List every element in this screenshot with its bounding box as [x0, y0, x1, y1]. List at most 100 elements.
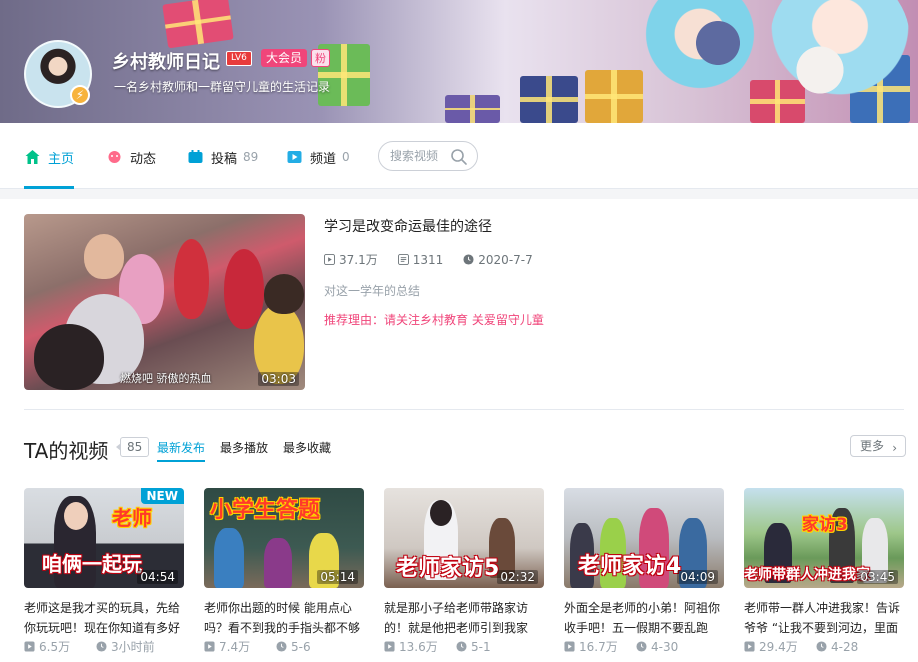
- featured-date: 2020-7-7: [463, 251, 533, 268]
- tab-home-label: 主页: [48, 151, 75, 167]
- video-title[interactable]: 老师带一群人冲进我家！告诉爷爷 “让我不要到河边，里面: [744, 598, 904, 638]
- search-input[interactable]: [390, 149, 454, 163]
- video-thumbnail[interactable]: 家访3 老师带群人冲进我家 03:45: [744, 488, 904, 588]
- search-box[interactable]: [378, 141, 478, 171]
- tab-home[interactable]: 主页: [24, 147, 74, 167]
- video-thumbnail[interactable]: 老师家访5 02:32: [384, 488, 544, 588]
- video-card[interactable]: 老师家访5 02:32 就是那小子给老师带路家访的！就是他把老师引到我家 13.…: [384, 488, 544, 655]
- clock-icon: [456, 641, 467, 652]
- video-title[interactable]: 外面全是老师的小弟！阿祖你收手吧！五一假期不要乱跑: [564, 598, 724, 638]
- clock-icon: [276, 641, 287, 652]
- video-time-value: 4-28: [831, 639, 859, 654]
- play-count-icon: [564, 641, 575, 652]
- video-meta: 6.5万 3小时前: [24, 638, 184, 655]
- video-title[interactable]: 老师你出题的时候 能用点心吗？看不到我的手指头都不够: [204, 598, 364, 638]
- play-count-icon: [744, 641, 755, 652]
- video-views: 13.6万: [384, 638, 456, 655]
- clock-icon: [96, 641, 107, 652]
- video-duration: 04:09: [677, 570, 718, 584]
- video-thumbnail[interactable]: 老师 咱俩一起玩 NEW 04:54: [24, 488, 184, 588]
- user-sign: 一名乡村教师和一群留守儿童的生活记录: [114, 80, 331, 94]
- thumb-overlay-text: 家访3: [802, 515, 848, 535]
- featured-desc: 对这一学年的总结: [324, 284, 421, 298]
- play-count-icon: [324, 254, 335, 265]
- search-icon[interactable]: [450, 148, 468, 166]
- verified-lightning-icon: ⚡: [70, 85, 90, 105]
- clock-icon: [463, 254, 474, 265]
- fan-badge[interactable]: 粉: [311, 49, 330, 67]
- more-button[interactable]: 更多 ›: [850, 435, 906, 457]
- video-views-value: 29.4万: [759, 640, 798, 654]
- featured-duration: 03:03: [258, 372, 299, 386]
- video-time: 5-1: [456, 638, 528, 655]
- tab-upload-count: 89: [243, 150, 259, 164]
- video-meta: 16.7万 4-30: [564, 638, 724, 655]
- more-button-label: 更多: [860, 439, 885, 453]
- play-count-icon: [24, 641, 35, 652]
- featured-video-thumbnail[interactable]: 燃烧吧 骄傲的热血 03:03: [24, 214, 305, 390]
- video-time-value: 4-30: [651, 639, 679, 654]
- featured-title[interactable]: 学习是改变命运最佳的途径: [324, 216, 492, 236]
- video-meta: 13.6万 5-1: [384, 638, 544, 655]
- video-time-value: 3小时前: [111, 640, 155, 654]
- dynamic-icon: [108, 151, 121, 163]
- video-card[interactable]: 老师 咱俩一起玩 NEW 04:54 老师这是我才买的玩具，先给你玩玩吧！现在你…: [24, 488, 184, 655]
- chevron-right-icon: ›: [892, 441, 897, 455]
- thumb-overlay-text: 老师家访4: [578, 554, 682, 579]
- video-title[interactable]: 老师这是我才买的玩具，先给你玩玩吧！现在你知道有多好: [24, 598, 184, 638]
- video-time: 4-30: [636, 638, 708, 655]
- sort-tab-most-played[interactable]: 最多播放: [220, 439, 268, 456]
- video-views-value: 6.5万: [39, 640, 71, 654]
- tab-upload[interactable]: 投稿 89: [187, 147, 258, 167]
- video-duration: 05:14: [317, 570, 358, 584]
- tab-upload-label: 投稿: [211, 151, 238, 167]
- featured-danmaku-value: 1311: [412, 252, 444, 267]
- clock-icon: [816, 641, 827, 652]
- video-views: 6.5万: [24, 638, 96, 655]
- thumb-overlay-text: 老师带群人冲进我家: [744, 567, 870, 583]
- main-content: 燃烧吧 骄傲的热血 03:03 学习是改变命运最佳的途径 37.1万 1311 …: [0, 199, 918, 662]
- play-count-icon: [204, 641, 215, 652]
- video-thumbnail[interactable]: 老师家访4 04:09: [564, 488, 724, 588]
- video-views: 7.4万: [204, 638, 276, 655]
- sort-tab-most-favorited[interactable]: 最多收藏: [283, 439, 331, 456]
- sort-tab-latest[interactable]: 最新发布: [157, 439, 205, 456]
- video-thumbnail[interactable]: 小学生答题 05:14: [204, 488, 364, 588]
- featured-date-value: 2020-7-7: [478, 252, 533, 267]
- video-duration: 02:32: [497, 570, 538, 584]
- new-badge: NEW: [140, 488, 184, 504]
- tab-dynamic[interactable]: 动态: [106, 147, 156, 167]
- video-views-value: 16.7万: [579, 640, 618, 654]
- tab-channel-count: 0: [342, 150, 350, 164]
- featured-danmaku: 1311: [397, 251, 444, 268]
- tab-channel[interactable]: 频道 0: [286, 147, 350, 167]
- channel-icon: [287, 151, 302, 163]
- video-title[interactable]: 就是那小子给老师带路家访的！就是他把老师引到我家: [384, 598, 544, 638]
- play-count-icon: [384, 641, 395, 652]
- video-views-value: 7.4万: [219, 640, 251, 654]
- thumb-overlay-text: 咱俩一起玩: [42, 552, 142, 576]
- sort-tab-indicator: [157, 460, 205, 462]
- active-tab-indicator: [24, 186, 74, 189]
- video-time: 3小时前: [96, 638, 168, 655]
- video-duration: 03:45: [857, 570, 898, 584]
- video-time: 4-28: [816, 638, 888, 655]
- featured-views: 37.1万: [324, 251, 378, 268]
- thumb-overlay-text: 老师: [112, 506, 152, 530]
- video-card[interactable]: 小学生答题 05:14 老师你出题的时候 能用点心吗？看不到我的手指头都不够 7…: [204, 488, 364, 655]
- tab-channel-label: 频道: [310, 151, 337, 167]
- thumb-overlay-text: 小学生答题: [210, 498, 321, 523]
- clock-icon: [636, 641, 647, 652]
- video-card[interactable]: 家访3 老师带群人冲进我家 03:45 老师带一群人冲进我家！告诉爷爷 “让我不…: [744, 488, 904, 655]
- video-views: 29.4万: [744, 638, 816, 655]
- videos-count-badge: 85: [115, 437, 150, 457]
- thumbnail-caption: 燃烧吧 骄傲的热血: [120, 372, 212, 385]
- vip-badge[interactable]: 大会员: [261, 49, 308, 67]
- video-meta: 7.4万 5-6: [204, 638, 364, 655]
- thumb-overlay-text: 老师家访5: [396, 556, 500, 581]
- danmaku-icon: [397, 254, 409, 265]
- featured-views-value: 37.1万: [339, 253, 378, 267]
- featured-stats: 37.1万 1311 2020-7-7: [324, 251, 553, 268]
- video-card[interactable]: 老师家访4 04:09 外面全是老师的小弟！阿祖你收手吧！五一假期不要乱跑 16…: [564, 488, 724, 655]
- featured-reason: 推荐理由：请关注乡村教育 关爱留守儿童: [324, 313, 544, 327]
